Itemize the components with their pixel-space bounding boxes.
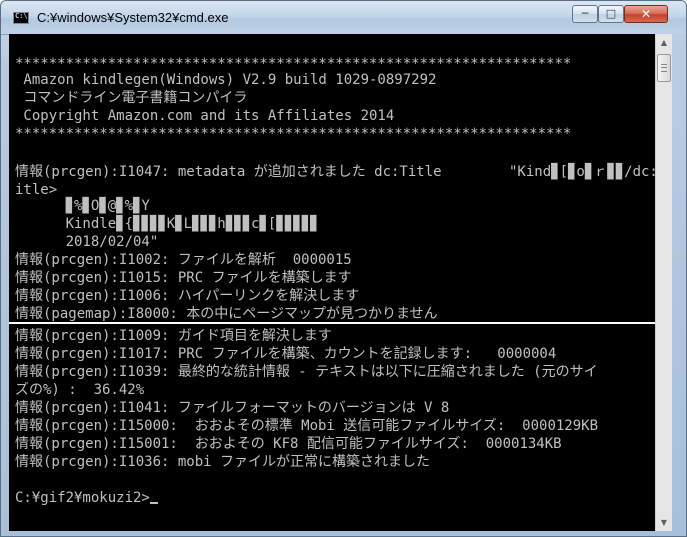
- selection-line: [9, 322, 655, 324]
- console-output[interactable]: ****************************************…: [9, 34, 655, 531]
- console-line: ****************************************…: [15, 56, 572, 72]
- console-line: 情報(prcgen):I15000: おおよその標準 Mobi 送信可能ファイル…: [15, 418, 599, 434]
- window-frame-bottom: [1, 531, 686, 536]
- arrow-up-icon[interactable]: ▲: [656, 34, 672, 51]
- text-cursor: [149, 502, 158, 504]
- maximize-button[interactable]: □: [598, 5, 624, 23]
- title-bar[interactable]: C:¥windows¥System32¥cmd.exe ─ □ ✕: [1, 1, 686, 35]
- console-line: ▊%▊O▊@▊%▊Y: [15, 198, 150, 214]
- console-line: 情報(prcgen):I1047: metadata が追加されました dc:T…: [15, 164, 655, 180]
- console-line: コマンドライン電子書籍コンパイラ: [15, 90, 248, 106]
- console-line: ****************************************…: [15, 126, 572, 142]
- command-prompt[interactable]: C:¥gif2¥mokuzi2>: [15, 490, 158, 506]
- arrow-down-icon[interactable]: ▼: [656, 514, 672, 531]
- console-line: 情報(prcgen):I1009: ガイド項目を解決します: [15, 328, 332, 344]
- window-title: C:¥windows¥System32¥cmd.exe: [37, 10, 229, 25]
- console-line: 情報(prcgen):I1041: ファイルフォーマットのバージョンは V 8: [15, 400, 450, 416]
- console-line: 情報(prcgen):I1015: PRC ファイルを構築します: [15, 270, 352, 286]
- minimize-button[interactable]: ─: [572, 5, 598, 23]
- console-line: 情報(prcgen):I1039: 最終的な統計情報 - テキストは以下に圧縮さ…: [15, 364, 598, 380]
- console-line: 情報(prcgen):I1006: ハイパーリンクを解決します: [15, 288, 360, 304]
- console-line: Copyright Amazon.com and its Affiliates …: [15, 108, 395, 124]
- console-line: Kindle▊{▊▊▊▊K▊L▊▊▊h▊▊▊c▊[▊▊▊▊▊: [15, 216, 319, 232]
- close-button[interactable]: ✕: [624, 5, 668, 23]
- console-line: 情報(prcgen):I1036: mobi ファイルが正常に構築されました: [15, 454, 431, 470]
- console-line: 情報(prcgen):I1002: ファイルを解析 0000015: [15, 252, 352, 268]
- cmd-window: C:¥windows¥System32¥cmd.exe ─ □ ✕ ******…: [0, 0, 687, 537]
- console-line: ズの%) : 36.42%: [15, 382, 145, 398]
- console-line: 情報(prcgen):I1017: PRC ファイルを構築、カウントを記録します…: [15, 346, 557, 362]
- cmd-icon[interactable]: [13, 12, 29, 24]
- prompt-text: C:¥gif2¥mokuzi2>: [15, 490, 150, 506]
- console-line: Amazon kindlegen(Windows) V2.9 build 102…: [15, 72, 437, 88]
- console-line: 情報(prcgen):I15001: おおよその KF8 配信可能ファイルサイズ…: [15, 436, 562, 452]
- console-line: itle>: [15, 182, 58, 198]
- console-line: 情報(pagemap):I8000: 本の中にページマップが見つかりません: [15, 306, 438, 322]
- vertical-scrollbar[interactable]: ▲ ▼: [655, 34, 672, 531]
- scrollbar-thumb[interactable]: [657, 54, 671, 82]
- window-frame-right: [672, 34, 686, 531]
- console-line: 2018/02/04": [15, 234, 159, 250]
